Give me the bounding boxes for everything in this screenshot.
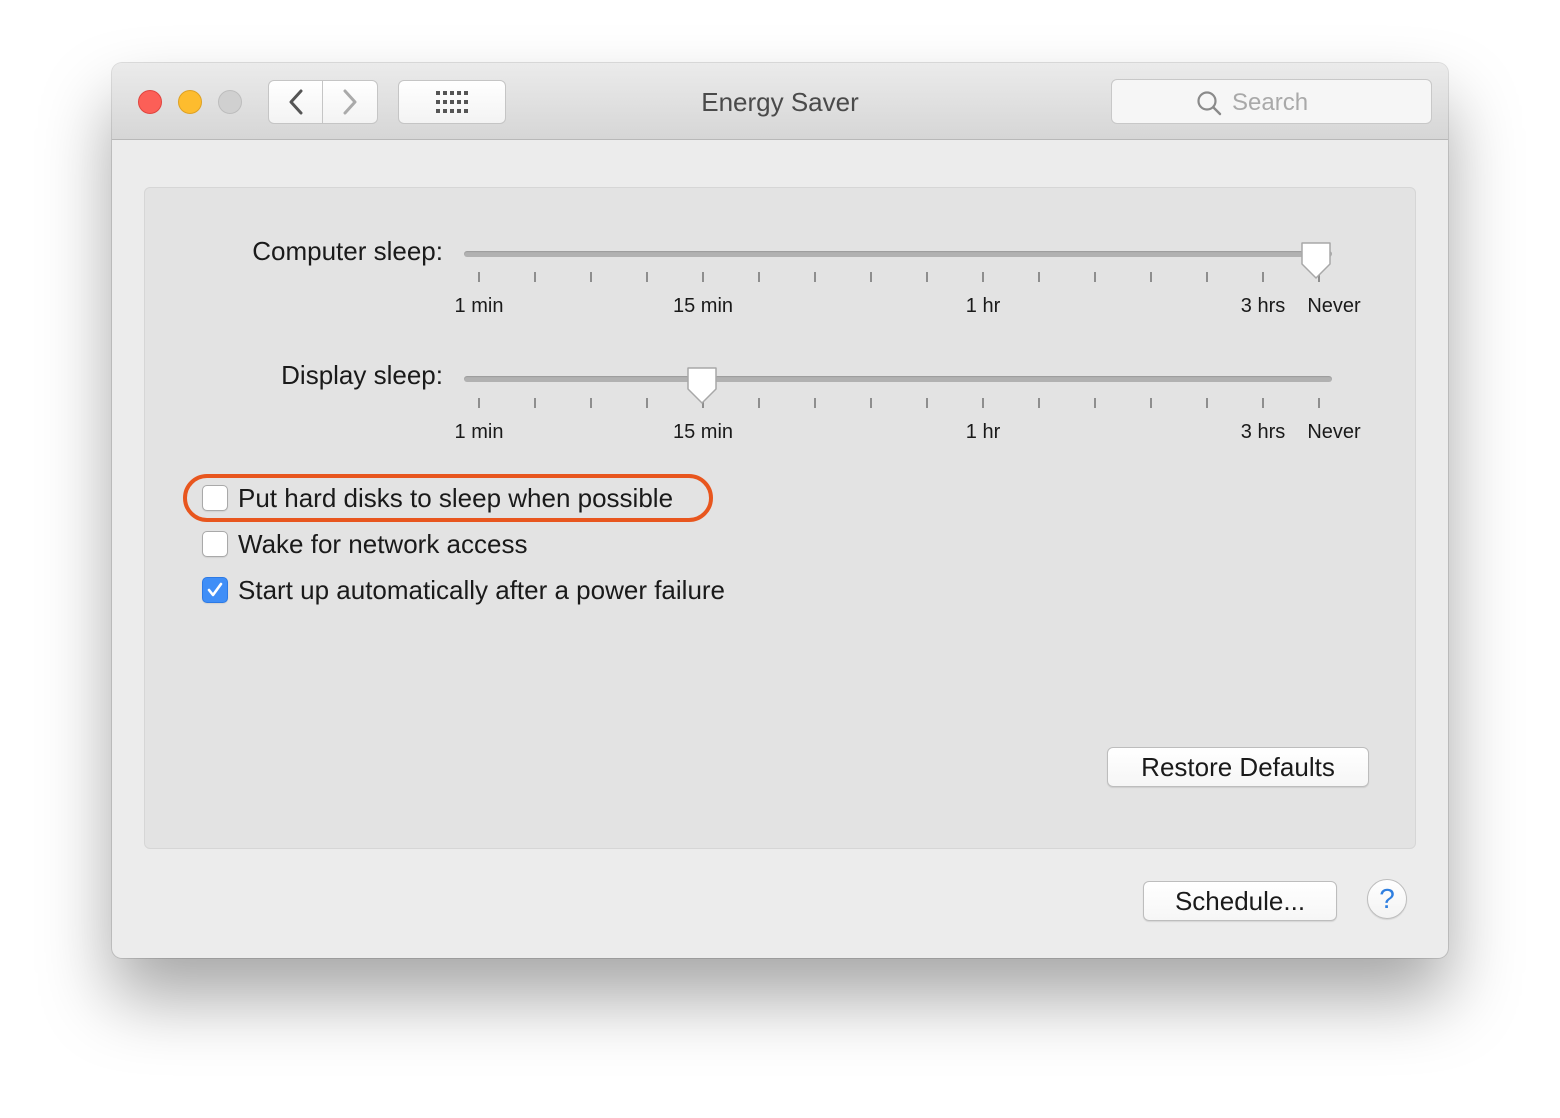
- wake-network-label: Wake for network access: [238, 528, 528, 559]
- wake-network-option[interactable]: Wake for network access: [202, 526, 527, 562]
- display-sleep-tick-mark: [758, 398, 760, 408]
- schedule-button[interactable]: Schedule...: [1143, 881, 1337, 921]
- display-sleep-tick-label: 1 min: [454, 421, 504, 443]
- hard-disk-sleep-checkbox[interactable]: [202, 485, 228, 511]
- restore-defaults-button[interactable]: Restore Defaults: [1107, 747, 1369, 787]
- computer-sleep-tick-label: Never: [1307, 295, 1361, 317]
- computer-sleep-tick-mark: [1150, 272, 1152, 282]
- computer-sleep-label: Computer sleep:: [252, 236, 443, 266]
- display-sleep-tick-mark: [1318, 398, 1320, 408]
- computer-sleep-tick-mark: [590, 272, 592, 282]
- title-bar: Energy Saver Search: [112, 63, 1448, 140]
- display-sleep-tick-mark: [590, 398, 592, 408]
- display-sleep-tick-mark: [982, 398, 984, 408]
- computer-sleep-tick-label: 15 min: [672, 295, 734, 317]
- display-sleep-tick-mark: [926, 398, 928, 408]
- display-sleep-tick-mark: [1150, 398, 1152, 408]
- computer-sleep-tick-mark: [478, 272, 480, 282]
- hard-disk-sleep-option[interactable]: Put hard disks to sleep when possible: [202, 480, 673, 516]
- search-placeholder: Search: [1232, 89, 1309, 116]
- computer-sleep-track[interactable]: [464, 251, 1332, 257]
- search-icon: [1197, 91, 1222, 116]
- display-sleep-tick-mark: [1206, 398, 1208, 408]
- display-sleep-tick-mark: [646, 398, 648, 408]
- display-sleep-slider-thumb[interactable]: [685, 365, 719, 405]
- computer-sleep-tick-mark: [1262, 272, 1264, 282]
- computer-sleep-tick-mark: [702, 272, 704, 282]
- auto-startup-option[interactable]: Start up automatically after a power fai…: [202, 572, 725, 608]
- help-icon: ?: [1379, 883, 1395, 914]
- wake-network-checkbox[interactable]: [202, 531, 228, 557]
- help-button[interactable]: ?: [1367, 879, 1407, 919]
- settings-panel: Computer sleep: 1 min 15 min 1 hr 3 hrs …: [144, 187, 1416, 849]
- display-sleep-tick-label: 1 hr: [965, 421, 1001, 443]
- computer-sleep-tick-mark: [926, 272, 928, 282]
- computer-sleep-tick-label: 1 hr: [965, 295, 1001, 317]
- display-sleep-tick-mark: [1262, 398, 1264, 408]
- display-sleep-track[interactable]: [464, 376, 1332, 382]
- display-sleep-tick-label: 3 hrs: [1240, 421, 1286, 443]
- display-sleep-tick-label: Never: [1307, 421, 1361, 443]
- computer-sleep-tick-mark: [814, 272, 816, 282]
- computer-sleep-tick-label: 1 min: [454, 295, 504, 317]
- display-sleep-tick-mark: [814, 398, 816, 408]
- display-sleep-tick-mark: [1038, 398, 1040, 408]
- auto-startup-label: Start up automatically after a power fai…: [238, 574, 726, 605]
- computer-sleep-tick-mark: [982, 272, 984, 282]
- display-sleep-label: Display sleep:: [281, 360, 443, 390]
- computer-sleep-tick-mark: [758, 272, 760, 282]
- computer-sleep-tick-mark: [1206, 272, 1208, 282]
- display-sleep-tick-mark: [534, 398, 536, 408]
- computer-sleep-tick-mark: [534, 272, 536, 282]
- display-sleep-tick-mark: [478, 398, 480, 408]
- computer-sleep-tick-label: 3 hrs: [1240, 295, 1286, 317]
- auto-startup-checkbox[interactable]: [202, 577, 228, 603]
- display-sleep-tick-mark: [870, 398, 872, 408]
- energy-saver-window: Energy Saver Search Computer sleep: 1 mi…: [112, 63, 1448, 958]
- computer-sleep-tick-mark: [1038, 272, 1040, 282]
- computer-sleep-slider-thumb[interactable]: [1299, 240, 1333, 280]
- search-field[interactable]: Search: [1111, 79, 1432, 124]
- display-sleep-tick-label: 15 min: [672, 421, 734, 443]
- computer-sleep-tick-mark: [646, 272, 648, 282]
- display-sleep-tick-mark: [1094, 398, 1096, 408]
- computer-sleep-tick-mark: [870, 272, 872, 282]
- computer-sleep-tick-mark: [1094, 272, 1096, 282]
- hard-disk-sleep-label: Put hard disks to sleep when possible: [238, 482, 674, 513]
- checkmark-icon: [207, 582, 223, 597]
